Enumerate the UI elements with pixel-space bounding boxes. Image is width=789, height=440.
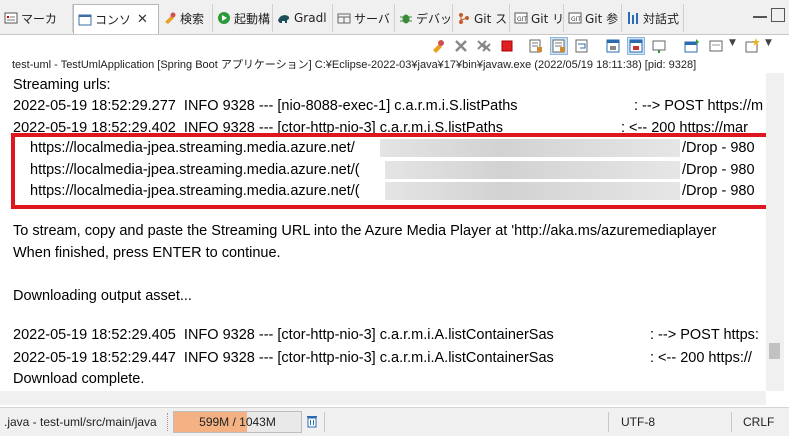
tab-label: コンソ [95, 13, 132, 27]
tab-label: Git ス [474, 11, 508, 26]
tab-launch-config[interactable]: 起動構 [213, 4, 273, 32]
close-icon[interactable]: ✕ [137, 12, 148, 27]
tab-label: 対話式 [643, 11, 680, 26]
log-line: 2022-05-19 18:52:29.277 INFO 9328 --- [n… [13, 98, 518, 114]
trash-icon[interactable] [306, 414, 318, 428]
clear-console-icon[interactable] [528, 38, 544, 54]
process-description: test-uml - TestUmlApplication [Spring Bo… [12, 59, 697, 71]
tab-label: デバッ [416, 11, 453, 26]
log-line: 2022-05-19 18:52:29.405 INFO 9328 --- [c… [13, 327, 554, 343]
show-console-on-output-icon[interactable] [605, 38, 621, 54]
tab-debug[interactable]: デバッ [395, 4, 453, 32]
horizontal-scrollbar[interactable] [0, 391, 766, 405]
highlight-box [11, 133, 772, 209]
git-staging-icon [459, 13, 469, 24]
view-window-controls [753, 8, 785, 22]
svg-text:GIT: GIT [571, 16, 581, 23]
gradle-icon [278, 15, 290, 23]
git-reflog-icon: GIT [568, 12, 582, 24]
log-line-tail: : --> POST https: [650, 327, 759, 343]
word-wrap-icon[interactable] [574, 38, 590, 54]
minimize-icon[interactable] [753, 8, 767, 18]
markers-icon [4, 12, 18, 24]
heap-usage-text: 599M / 1043M [199, 415, 276, 429]
status-encoding: UTF-8 [621, 415, 655, 429]
status-bar: .java - test-uml/src/main/java 599M / 10… [0, 407, 789, 436]
status-line-delimiter: CRLF [743, 415, 775, 429]
tab-label: Git 参 [585, 11, 619, 26]
git-repo-icon: GIT [514, 12, 528, 24]
open-console-icon[interactable] [684, 38, 700, 54]
remove-launch-icon[interactable] [453, 38, 469, 54]
tab-label: Git リ [531, 11, 564, 26]
console-icon [78, 14, 92, 25]
tab-search[interactable]: 検索 [159, 4, 213, 32]
streaming-urls-header: Streaming urls: [13, 77, 111, 93]
console-toolbar: ▼ ▼ [0, 35, 789, 57]
tab-git-staging[interactable]: Git ス [453, 4, 510, 32]
tab-git-reflog[interactable]: GIT Git 参 [564, 4, 622, 32]
search-icon [165, 12, 176, 24]
status-separator [324, 412, 325, 432]
tab-console[interactable]: コンソ ✕ [73, 4, 159, 34]
downloading-text: Downloading output asset... [13, 288, 192, 304]
tab-git-repositories[interactable]: GIT Git リ [510, 4, 564, 32]
instruction-text: To stream, copy and paste the Streaming … [13, 223, 717, 239]
log-line: 2022-05-19 18:52:29.447 INFO 9328 --- [c… [13, 350, 554, 366]
vertical-scrollbar[interactable] [766, 73, 784, 391]
launch-config-icon [218, 12, 230, 24]
new-console-dropdown-icon[interactable]: ▼ [765, 38, 772, 48]
servers-icon [337, 13, 351, 24]
tab-label: Gradl [294, 11, 327, 25]
display-console-dropdown-icon[interactable]: ▼ [729, 38, 736, 48]
terminate-icon[interactable] [499, 38, 515, 54]
log-line-tail: : <-- 200 https:// [650, 350, 752, 366]
remove-all-terminated-icon[interactable] [476, 38, 492, 54]
tab-label: 検索 [180, 11, 205, 26]
download-complete-text: Download complete. [13, 371, 145, 387]
new-console-icon[interactable] [744, 38, 760, 54]
terminate-relaunch-icon[interactable] [430, 38, 446, 54]
show-console-on-error-icon[interactable] [627, 37, 645, 55]
display-selected-console-icon[interactable] [708, 38, 724, 54]
heap-status[interactable]: 599M / 1043M [173, 411, 302, 433]
log-line-tail: : --> POST https://m [634, 98, 764, 114]
debug-icon [400, 14, 412, 24]
view-tab-bar: マーカ コンソ ✕ 検索 起動構 Gradl サーバ デバッ Git ス GIT… [0, 0, 789, 35]
tab-markers[interactable]: マーカ [0, 4, 73, 32]
tab-servers[interactable]: サーバ [333, 4, 395, 32]
instruction-text: When finished, press ENTER to continue. [13, 245, 281, 261]
scrollbar-thumb[interactable] [769, 343, 780, 359]
tab-label: サーバ [354, 11, 390, 26]
interactive-icon [628, 12, 638, 24]
svg-text:GIT: GIT [517, 16, 527, 23]
status-separator [167, 413, 171, 431]
pin-console-icon[interactable] [651, 38, 667, 54]
tab-label: マーカ [21, 11, 58, 26]
status-separator [608, 412, 609, 432]
tab-label: 起動構 [234, 11, 271, 26]
tab-gradle[interactable]: Gradl [273, 4, 333, 32]
console-output[interactable]: Streaming urls: 2022-05-19 18:52:29.277 … [0, 73, 766, 391]
status-separator [731, 412, 732, 432]
tab-interactive[interactable]: 対話式 [622, 4, 684, 32]
status-path: .java - test-uml/src/main/java [4, 415, 157, 429]
scroll-lock-icon[interactable] [550, 37, 568, 55]
maximize-icon[interactable] [771, 8, 785, 22]
